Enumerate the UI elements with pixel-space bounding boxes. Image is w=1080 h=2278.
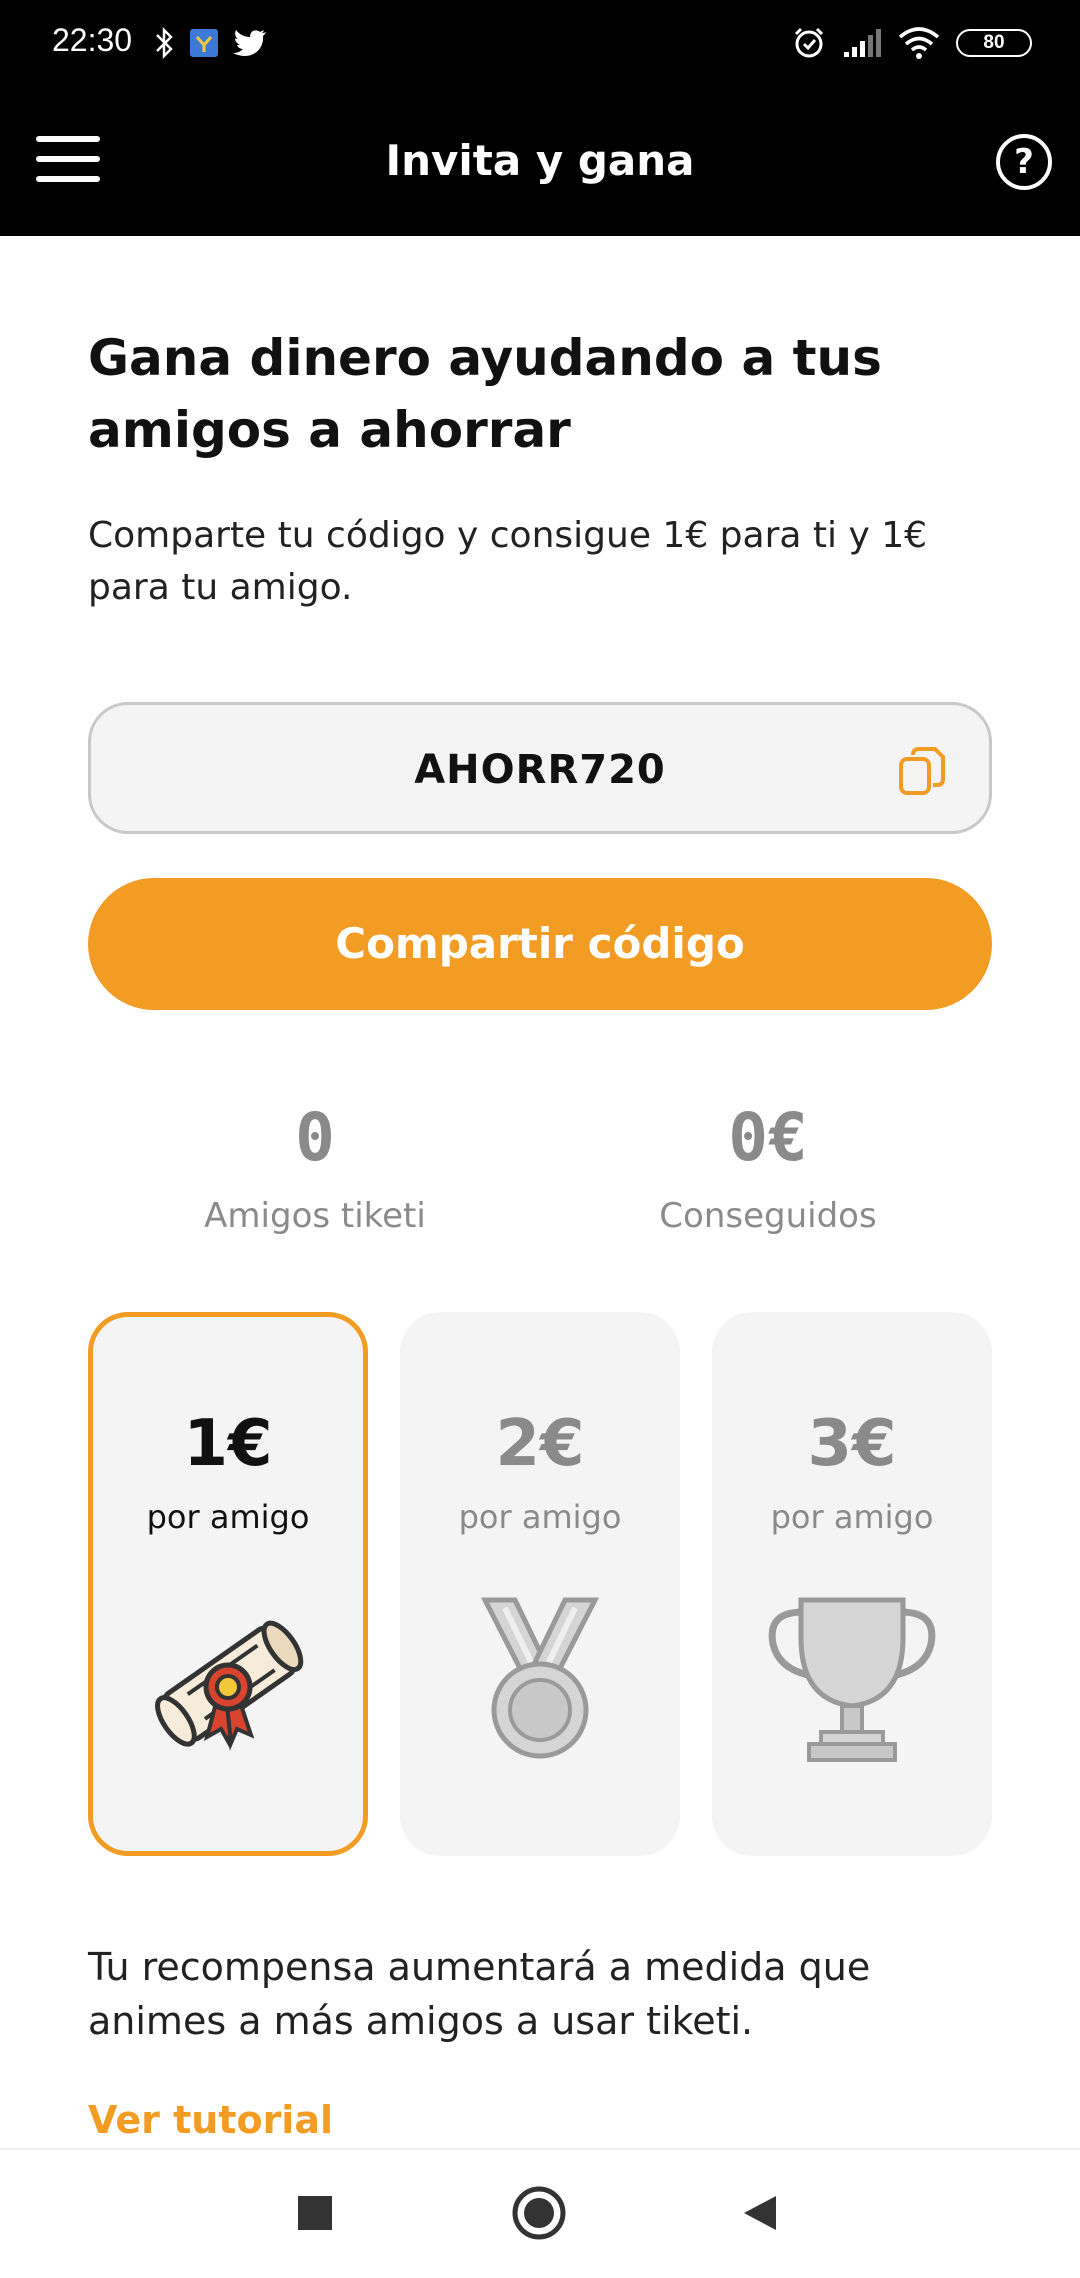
stat-friends-value: 0 <box>295 1099 335 1176</box>
tier-amount: 3€ <box>807 1407 897 1481</box>
status-bar: 22:30 80 <box>0 0 1080 92</box>
battery-icon: 80 <box>956 29 1032 57</box>
recent-apps-button[interactable] <box>298 2196 332 2230</box>
status-right-icons: 80 <box>792 26 1032 60</box>
copy-icon[interactable] <box>897 745 947 797</box>
status-time: 22:30 <box>52 22 133 58</box>
tier-card-3[interactable]: 3€ por amigo <box>712 1312 992 1856</box>
back-button[interactable] <box>742 2194 778 2232</box>
page-title: Invita y gana <box>385 136 695 185</box>
help-icon[interactable]: ? <box>996 134 1052 190</box>
tier-card-2[interactable]: 2€ por amigo <box>400 1312 680 1856</box>
bluetooth-icon <box>156 26 173 60</box>
subtext: Comparte tu código y consigue 1€ para ti… <box>88 515 928 608</box>
stat-earned-value: 0€ <box>728 1099 808 1176</box>
tier-amount: 2€ <box>495 1407 585 1481</box>
alarm-icon <box>794 27 824 58</box>
tier-label: por amigo <box>770 1498 934 1536</box>
share-code-button[interactable]: Compartir código <box>88 878 992 1010</box>
trophy-icon <box>768 1597 936 1762</box>
diploma-scroll-icon <box>155 1620 304 1751</box>
tier-label: por amigo <box>458 1498 622 1536</box>
status-left-icons <box>155 26 267 60</box>
tier-card-1[interactable]: 1€ por amigo <box>88 1312 368 1856</box>
tutorial-link[interactable]: Ver tutorial <box>88 2098 333 2142</box>
stat-friends: 0 Amigos tiketi <box>155 1098 475 1236</box>
headline: Gana dinero ayudando a tus amigos a ahor… <box>88 329 882 459</box>
stat-friends-label: Amigos tiketi <box>204 1196 426 1236</box>
app-bar: Invita y gana ? <box>0 92 1080 236</box>
app-notification-icon <box>190 29 218 57</box>
referral-code: AHORR720 <box>414 747 666 793</box>
medal-icon <box>480 1597 600 1759</box>
stat-earned: 0€ Conseguidos <box>608 1098 928 1236</box>
stat-earned-label: Conseguidos <box>659 1196 877 1236</box>
system-nav-bar <box>0 2148 1080 2278</box>
signal-icon <box>844 29 881 57</box>
home-button[interactable] <box>512 2186 566 2240</box>
tier-amount: 1€ <box>183 1407 273 1481</box>
wifi-icon <box>898 27 940 59</box>
reward-info-text: Tu recompensa aumentará a medida que ani… <box>88 1945 871 2043</box>
twitter-icon <box>233 30 266 56</box>
referral-code-box[interactable]: AHORR720 <box>88 702 992 834</box>
tier-label: por amigo <box>146 1498 310 1536</box>
